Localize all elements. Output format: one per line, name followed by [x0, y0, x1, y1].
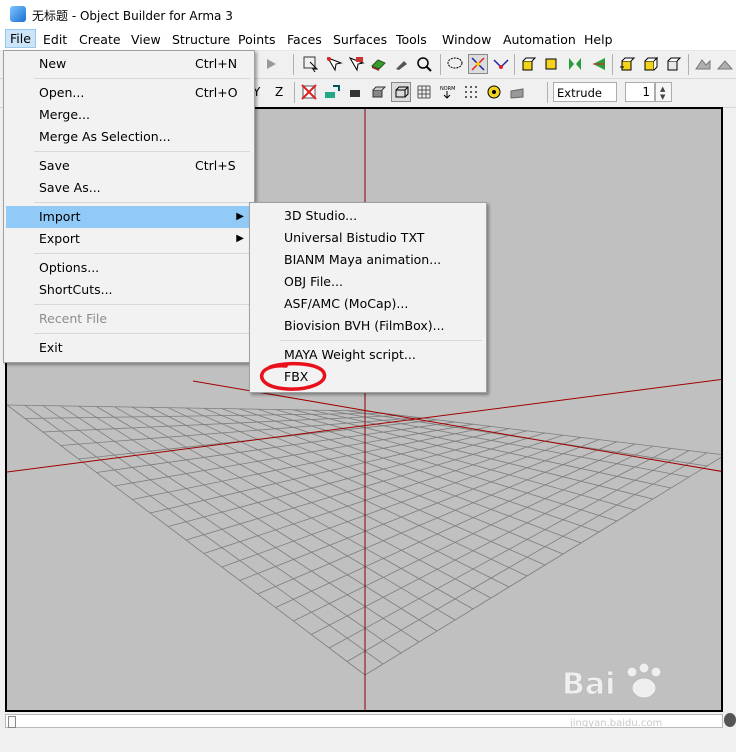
brush-icon[interactable]: [392, 55, 410, 73]
select-face-icon[interactable]: [347, 55, 365, 73]
import-asf-amc[interactable]: ASF/AMC (MoCap)...: [252, 293, 484, 315]
flip-icon[interactable]: [590, 55, 608, 73]
file-menu-open[interactable]: Open... Ctrl+O: [6, 82, 252, 104]
delete-face-icon[interactable]: [300, 83, 318, 101]
normals-icon[interactable]: NORM: [438, 83, 456, 101]
file-menu-merge-selection[interactable]: Merge As Selection...: [6, 126, 252, 148]
import-biovision-bvh[interactable]: Biovision BVH (FilmBox)...: [252, 315, 484, 337]
import-obj[interactable]: OBJ File...: [252, 271, 484, 293]
play-icon[interactable]: [262, 55, 280, 73]
extrude-value-input[interactable]: 1: [625, 82, 655, 102]
spin-up-icon[interactable]: ▲: [660, 85, 665, 93]
file-menu-export[interactable]: Export ▶: [6, 228, 252, 250]
lasso-icon[interactable]: [446, 55, 464, 73]
import-maya-weight[interactable]: MAYA Weight script...: [252, 344, 484, 366]
app-icon: [10, 6, 26, 22]
cube-a-icon[interactable]: [519, 55, 537, 73]
scroll-knob-icon[interactable]: [724, 713, 736, 727]
zoom-icon[interactable]: [415, 55, 433, 73]
transform-icon[interactable]: [468, 54, 488, 74]
axis-icon[interactable]: [492, 55, 510, 73]
extrude-spinner[interactable]: ▲ ▼: [655, 82, 672, 102]
watermark-url: jingyan.baidu.com: [570, 718, 663, 729]
paint-icon[interactable]: [323, 83, 341, 101]
surface-icon[interactable]: [508, 83, 526, 101]
grid-icon[interactable]: [415, 83, 433, 101]
window-title: 无标题 - Object Builder for Arma 3: [32, 9, 233, 23]
menu-tools[interactable]: Tools: [396, 31, 427, 48]
submenu-arrow-icon: ▶: [236, 211, 244, 222]
import-3d-studio[interactable]: 3D Studio...: [252, 205, 484, 227]
block-icon[interactable]: [346, 83, 364, 101]
title-bar: 无标题 - Object Builder for Arma 3: [0, 0, 736, 28]
box-icon[interactable]: [369, 83, 387, 101]
light-icon[interactable]: [485, 83, 503, 101]
spin-down-icon[interactable]: ▼: [660, 93, 665, 101]
file-menu-options[interactable]: Options...: [6, 257, 252, 279]
terrain-b-icon[interactable]: [716, 55, 734, 73]
file-menu-shortcuts[interactable]: ShortCuts...: [6, 279, 252, 301]
menu-edit[interactable]: Edit: [43, 31, 67, 48]
vertex-grid-icon[interactable]: [462, 83, 480, 101]
file-menu: New Ctrl+N Open... Ctrl+O Merge... Merge…: [3, 50, 255, 363]
menu-surfaces[interactable]: Surfaces: [333, 31, 387, 48]
import-fbx[interactable]: FBX: [252, 366, 484, 388]
file-menu-save[interactable]: Save Ctrl+S: [6, 155, 252, 177]
cube-c-icon[interactable]: [618, 55, 636, 73]
import-bianm-maya[interactable]: BIANM Maya animation...: [252, 249, 484, 271]
menu-points[interactable]: Points: [238, 31, 276, 48]
svg-text:NORM: NORM: [440, 86, 455, 92]
menu-faces[interactable]: Faces: [287, 31, 322, 48]
mirror-icon[interactable]: [566, 55, 584, 73]
menu-create[interactable]: Create: [79, 31, 121, 48]
file-menu-import[interactable]: Import ▶: [6, 206, 252, 228]
menu-help[interactable]: Help: [584, 31, 613, 48]
file-menu-save-as[interactable]: Save As...: [6, 177, 252, 199]
menu-structure[interactable]: Structure: [172, 31, 230, 48]
select-box-icon[interactable]: [302, 55, 320, 73]
extrude-label: Extrude: [553, 82, 617, 102]
menu-window[interactable]: Window: [442, 31, 491, 48]
file-menu-merge[interactable]: Merge...: [6, 104, 252, 126]
file-menu-exit[interactable]: Exit: [6, 337, 252, 359]
cube-b-icon[interactable]: [542, 55, 560, 73]
menu-view[interactable]: View: [131, 31, 161, 48]
submenu-arrow-icon: ▶: [236, 233, 244, 244]
axis-y-button[interactable]: Y: [253, 83, 271, 101]
import-submenu: 3D Studio... Universal Bistudio TXT BIAN…: [249, 202, 487, 393]
scrollbar-thumb[interactable]: [8, 716, 16, 728]
menu-bar: File Edit Create View Structure Points F…: [0, 28, 736, 51]
file-menu-recent-file: Recent File: [39, 311, 108, 326]
wire-box-icon[interactable]: [391, 82, 411, 102]
select-vertex-icon[interactable]: [325, 55, 343, 73]
cube-e-icon[interactable]: [664, 55, 682, 73]
file-menu-new[interactable]: New Ctrl+N: [6, 53, 252, 75]
menu-file[interactable]: File: [5, 29, 36, 48]
cube-d-icon[interactable]: [641, 55, 659, 73]
move-icon[interactable]: [369, 55, 387, 73]
terrain-icon[interactable]: [694, 55, 712, 73]
import-bistudio-txt[interactable]: Universal Bistudio TXT: [252, 227, 484, 249]
status-bar: [0, 729, 736, 752]
menu-automation[interactable]: Automation: [503, 31, 576, 48]
axis-z-button[interactable]: Z: [275, 83, 293, 101]
